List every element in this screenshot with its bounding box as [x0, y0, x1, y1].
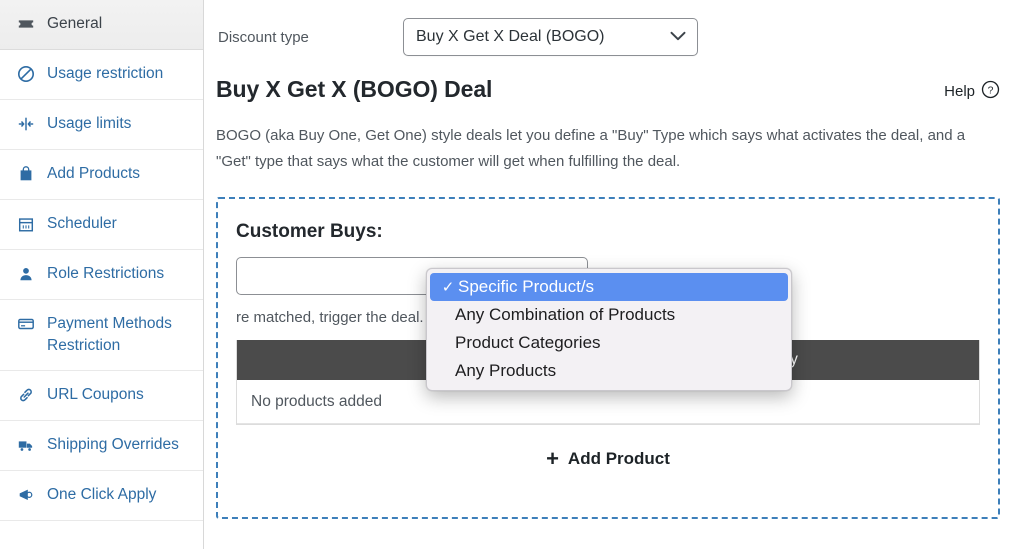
sidebar-item-url-coupons[interactable]: URL Coupons	[0, 371, 203, 421]
discount-type-select[interactable]: Buy X Get X Deal (BOGO)	[403, 18, 698, 56]
buys-type-dropdown-menu[interactable]: ✓ Specific Product/s Any Combination of …	[426, 268, 792, 391]
help-button[interactable]: Help ?	[944, 76, 1000, 103]
sidebar-item-label: Payment Methods Restriction	[47, 315, 172, 354]
sidebar-item-label: Shipping Overrides	[47, 436, 179, 453]
sidebar-item-scheduler[interactable]: Scheduler	[0, 200, 203, 250]
arrows-collapse-icon	[16, 114, 36, 134]
shopping-bag-icon	[16, 164, 36, 184]
section-description: BOGO (aka Buy One, Get One) style deals …	[216, 127, 966, 170]
truck-icon	[16, 435, 36, 455]
app-root: General Usage restriction Usage limits A…	[0, 0, 1024, 549]
sidebar-item-label: Usage limits	[47, 115, 132, 132]
sidebar-item-label: URL Coupons	[47, 386, 144, 403]
discount-type-label: Discount type	[218, 28, 309, 46]
sidebar-item-payment-methods-restriction[interactable]: Payment Methods Restriction	[0, 300, 203, 371]
add-product-row: + Add Product	[236, 425, 980, 471]
sidebar-item-shipping-overrides[interactable]: Shipping Overrides	[0, 421, 203, 471]
sidebar-item-label: General	[47, 15, 103, 32]
add-product-button[interactable]: + Add Product	[540, 447, 676, 471]
svg-text:?: ?	[988, 85, 994, 96]
plus-icon: +	[546, 446, 559, 471]
sidebar-item-one-click-apply[interactable]: One Click Apply	[0, 471, 203, 521]
sidebar-item-usage-limits[interactable]: Usage limits	[0, 100, 203, 150]
sidebar-item-role-restrictions[interactable]: Role Restrictions	[0, 250, 203, 300]
sidebar-item-label: Role Restrictions	[47, 265, 165, 282]
ticket-icon	[16, 14, 36, 34]
sidebar-item-label: Usage restriction	[47, 65, 164, 82]
sidebar-item-label: Scheduler	[47, 215, 117, 232]
dropdown-option-label: Any Combination of Products	[455, 305, 676, 324]
section-header: Buy X Get X (BOGO) Deal Help ?	[216, 62, 1000, 103]
dropdown-option-specific-products[interactable]: ✓ Specific Product/s	[430, 273, 788, 301]
user-icon	[16, 264, 36, 284]
dropdown-option-label: Product Categories	[455, 333, 601, 352]
page-title: Buy X Get X (BOGO) Deal	[216, 76, 493, 102]
question-mark-icon: ?	[981, 80, 1000, 103]
credit-card-icon	[16, 314, 36, 334]
sidebar-item-usage-restriction[interactable]: Usage restriction	[0, 50, 203, 100]
main-panel: Discount type Buy X Get X Deal (BOGO) Bu…	[204, 0, 1024, 549]
sidebar-item-label: Add Products	[47, 165, 141, 182]
discount-type-selected-value: Buy X Get X Deal (BOGO)	[416, 28, 605, 45]
sidebar-item-label: One Click Apply	[47, 486, 157, 503]
calendar-icon	[16, 214, 36, 234]
discount-type-row: Discount type Buy X Get X Deal (BOGO)	[204, 0, 1024, 62]
chevron-down-icon	[670, 28, 686, 46]
dropdown-option-label: Specific Product/s	[458, 277, 595, 296]
panel-title: Customer Buys:	[236, 221, 383, 242]
add-product-label: Add Product	[567, 449, 670, 468]
dropdown-option-product-categories[interactable]: Product Categories	[427, 329, 791, 357]
sidebar-item-add-products[interactable]: Add Products	[0, 150, 203, 200]
settings-sidebar: General Usage restriction Usage limits A…	[0, 0, 204, 549]
link-icon	[16, 385, 36, 405]
dropdown-option-label: Any Products	[455, 361, 557, 380]
check-icon: ✓	[441, 279, 455, 296]
megaphone-icon	[16, 485, 36, 505]
dropdown-option-any-combination-of-products[interactable]: Any Combination of Products	[427, 301, 791, 329]
help-label: Help	[944, 83, 975, 100]
dropdown-option-any-products[interactable]: Any Products	[427, 357, 791, 385]
sidebar-item-general[interactable]: General	[0, 0, 203, 50]
no-entry-icon	[16, 64, 36, 84]
